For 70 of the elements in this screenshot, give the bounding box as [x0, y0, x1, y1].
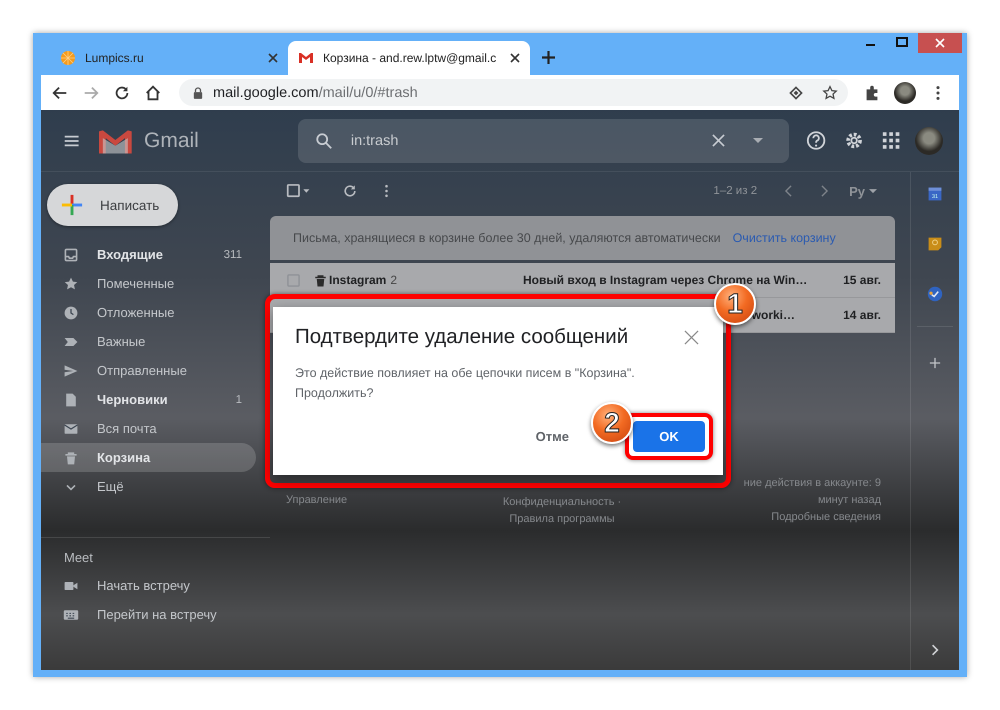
folder-item[interactable]: Отложенные: [41, 298, 256, 327]
folder-item[interactable]: Входящие 311: [41, 240, 256, 269]
apps-grid-icon[interactable]: [880, 130, 901, 151]
reload-icon[interactable]: [113, 84, 131, 102]
help-icon[interactable]: [806, 130, 827, 151]
search-icon: [314, 132, 333, 150]
trash-icon: [63, 450, 79, 466]
address-bar[interactable]: mail.google.com/mail/u/0/#trash: [179, 79, 848, 106]
footer-links: Конфиденциальность · Правила программы: [502, 495, 622, 527]
footer-text: ние действия в аккаунте: 9 минут назад: [742, 476, 881, 508]
plus-icon: [59, 192, 85, 218]
trash-icon: [313, 272, 328, 288]
star-outline-icon[interactable]: [822, 84, 838, 100]
caret-icon: [869, 188, 877, 194]
compose-button[interactable]: Написать: [47, 184, 178, 226]
close-icon: [935, 38, 945, 48]
footer-text: Управление: [286, 493, 348, 508]
lock-icon: [193, 86, 203, 98]
checkmark-circle-icon[interactable]: [927, 286, 943, 302]
checkbox-with-caret-icon[interactable]: [286, 182, 312, 200]
banner-text: Письма, хранящиеся в корзине более 30 дней, удаляются автоматически: [293, 231, 721, 245]
envelope-m-icon: [99, 128, 132, 154]
refresh-icon[interactable]: [342, 183, 358, 199]
email-date: 14 авг.: [842, 308, 881, 322]
home-icon[interactable]: [144, 84, 162, 102]
dropdown-caret-icon[interactable]: [753, 138, 764, 144]
citrus-slice-icon: [60, 50, 76, 66]
meet-item[interactable]: Перейти на встречу: [41, 600, 256, 629]
star-icon: [63, 276, 79, 292]
inbox-icon: [63, 246, 79, 262]
search-field[interactable]: in:trash: [298, 118, 790, 162]
app-name: Gmail: [144, 128, 199, 152]
send-icon: [63, 362, 79, 378]
settings-icon[interactable]: [844, 130, 864, 151]
footer-text: Подробные сведения: [771, 510, 881, 525]
section-heading: Meet: [63, 549, 94, 567]
diamond-icon[interactable]: [788, 84, 804, 100]
folder-item[interactable]: Черновики 1: [41, 385, 256, 414]
folder-item[interactable]: Важные: [41, 327, 256, 356]
close-button[interactable]: [918, 33, 962, 53]
close-icon[interactable]: [510, 53, 520, 63]
sender-name: Instagram: [329, 273, 386, 287]
lightbulb-note-icon[interactable]: [927, 236, 943, 252]
envelope-m-icon: [298, 50, 314, 66]
chevron-left-icon[interactable]: [784, 185, 794, 197]
folder-item[interactable]: Отправленные: [41, 356, 256, 385]
input-tools-button[interactable]: Ру: [849, 184, 877, 198]
email-date: 15 авг.: [842, 273, 881, 287]
dialog-title: Подтвердите удаление сообщений: [295, 325, 628, 349]
clock-icon: [63, 304, 79, 320]
ok-button[interactable]: OK: [633, 421, 705, 452]
avatar[interactable]: [894, 82, 916, 104]
page-range: 1–2 из 2: [713, 185, 758, 197]
close-icon[interactable]: [268, 53, 278, 63]
browser-tab[interactable]: Корзина - and.rew.lptw@gmail.c: [288, 41, 530, 75]
folder-item[interactable]: Ещё: [41, 472, 256, 501]
clear-icon[interactable]: [712, 134, 726, 147]
cancel-button[interactable]: Отме: [536, 429, 569, 444]
search-input[interactable]: in:trash: [348, 132, 712, 150]
meet-item[interactable]: Начать встречу: [41, 571, 256, 600]
thread-count: 2: [390, 273, 398, 287]
checkbox[interactable]: [287, 274, 300, 286]
folder-item[interactable]: Вся почта: [41, 414, 256, 443]
document-icon: [63, 392, 79, 408]
browser-tab[interactable]: Lumpics.ru: [50, 41, 288, 75]
more-vertical-icon[interactable]: [384, 183, 389, 199]
dialog-message: Это действие повлияет на обе цепочки писем в "Корзина". Продолжить?: [295, 365, 636, 402]
plus-icon[interactable]: [542, 51, 555, 64]
folder-item[interactable]: Помеченные: [41, 269, 256, 298]
folder-item[interactable]: Корзина: [41, 443, 256, 472]
